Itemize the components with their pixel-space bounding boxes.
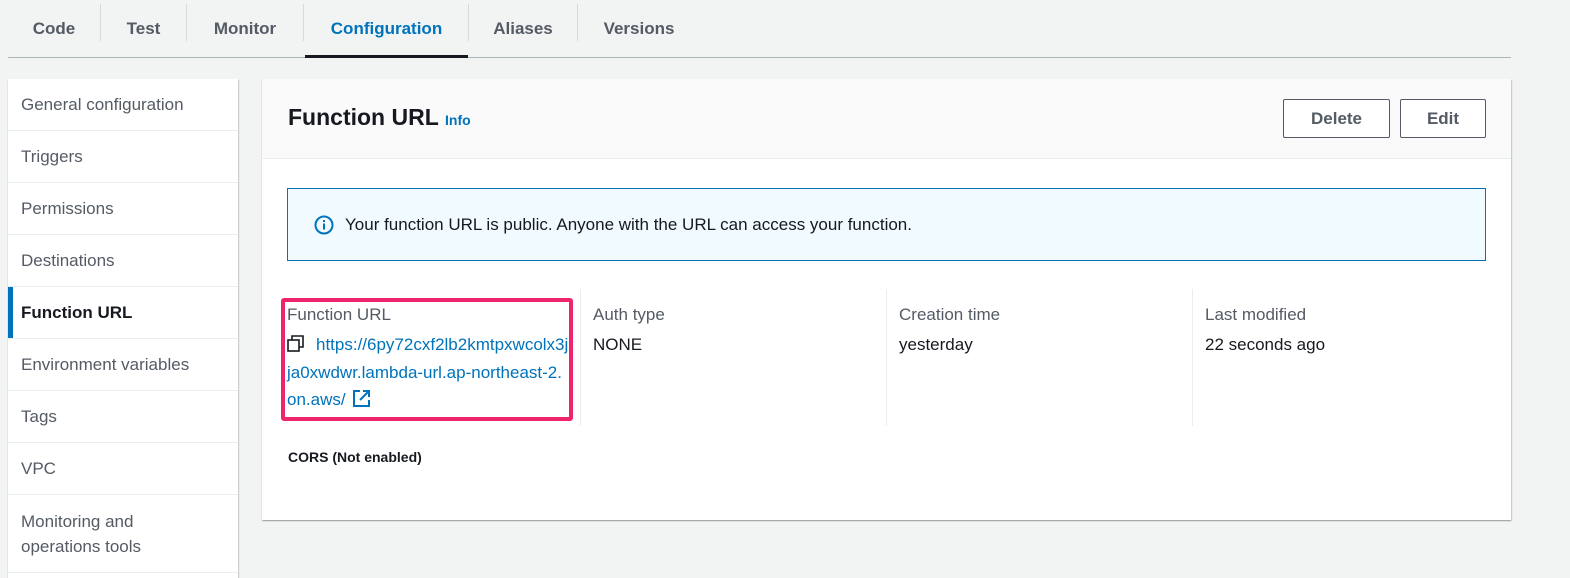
cors-status-heading: CORS (Not enabled)	[288, 449, 422, 465]
tab-divider	[303, 4, 304, 41]
sidenav-item-triggers[interactable]: Triggers	[8, 131, 238, 183]
last-modified-label: Last modified	[1205, 305, 1307, 324]
panel-header: Function URL Info Delete Edit	[262, 79, 1511, 159]
function-url-link[interactable]: https://6py72cxf2lb2kmtpxwcolx3jja0xwdwr…	[287, 335, 568, 409]
sidenav-item-vpc[interactable]: VPC	[8, 443, 238, 495]
last-modified-field: Last modified 22 seconds ago	[1205, 289, 1485, 426]
sidenav-item-monitoring-and-operations-tools[interactable]: Monitoring and operations tools	[8, 495, 238, 573]
external-link-icon[interactable]	[352, 389, 371, 408]
sidenav-item-permissions[interactable]: Permissions	[8, 183, 238, 235]
config-side-nav: General configuration Triggers Permissio…	[8, 79, 238, 578]
sidenav-item-environment-variables[interactable]: Environment variables	[8, 339, 238, 391]
sidenav-item-general-configuration[interactable]: General configuration	[8, 79, 238, 131]
panel-title: Function URL	[288, 104, 439, 130]
sidenav-item-destinations[interactable]: Destinations	[8, 235, 238, 287]
last-modified-value: 22 seconds ago	[1205, 335, 1326, 354]
alert-message: Your function URL is public. Anyone with…	[345, 214, 912, 234]
info-circle-icon	[314, 215, 334, 235]
auth-type-field: Auth type NONE	[593, 289, 873, 426]
column-divider	[1192, 289, 1193, 426]
tab-test[interactable]: Test	[101, 0, 186, 57]
function-url-panel: Function URL Info Delete Edit Your funct…	[262, 79, 1511, 520]
tab-aliases[interactable]: Aliases	[469, 0, 577, 57]
tab-configuration[interactable]: Configuration	[305, 0, 468, 58]
copy-icon[interactable]	[287, 333, 304, 352]
column-divider	[580, 289, 581, 426]
creation-time-field: Creation time yesterday	[899, 289, 1179, 426]
creation-time-label: Creation time	[899, 305, 1001, 324]
public-url-alert: Your function URL is public. Anyone with…	[287, 188, 1486, 261]
column-divider	[886, 289, 887, 426]
sidenav-item-tags[interactable]: Tags	[8, 391, 238, 443]
tab-monitor[interactable]: Monitor	[187, 0, 303, 57]
tab-code[interactable]: Code	[8, 0, 100, 57]
tab-versions[interactable]: Versions	[578, 0, 700, 57]
auth-type-value: NONE	[593, 335, 643, 354]
info-link[interactable]: Info	[445, 112, 471, 128]
tab-bar: Code Test Monitor Configuration Aliases …	[8, 0, 1511, 58]
auth-type-label: Auth type	[593, 305, 665, 324]
function-url-label: Function URL	[287, 305, 391, 324]
creation-time-value: yesterday	[899, 335, 973, 354]
delete-button[interactable]: Delete	[1283, 99, 1390, 138]
edit-button[interactable]: Edit	[1400, 99, 1486, 138]
function-url-value: https://6py72cxf2lb2kmtpxwcolx3jja0xwdwr…	[287, 331, 569, 414]
sidenav-item-function-url[interactable]: Function URL	[8, 287, 238, 339]
